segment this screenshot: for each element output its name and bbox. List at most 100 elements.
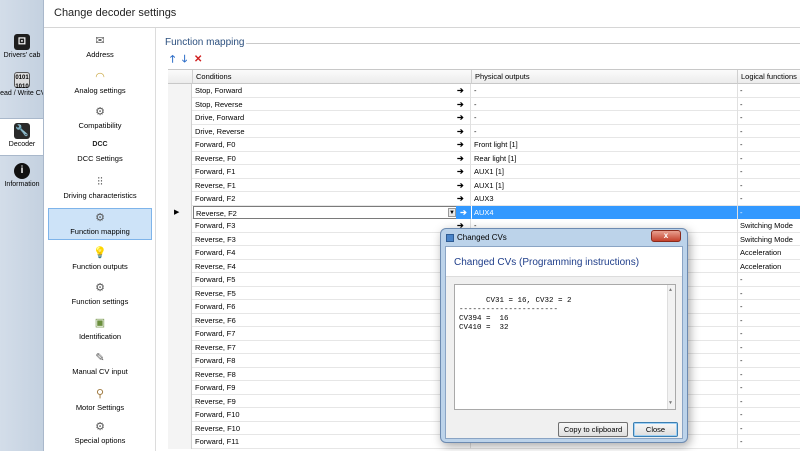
rail-item-drivers-cab[interactable]: ⊡ Drivers' cab	[0, 34, 43, 66]
row-selector[interactable]	[168, 394, 192, 408]
rail-item-read-write-cvs[interactable]: 01011010 Read / Write CVs	[0, 72, 43, 118]
scroll-down-icon[interactable]: ▼	[669, 399, 672, 408]
logical-functions-cell[interactable]: -	[738, 368, 800, 382]
row-selector[interactable]	[168, 259, 192, 273]
logical-functions-cell[interactable]: Switching Mode	[738, 233, 800, 247]
row-selector[interactable]	[168, 178, 192, 192]
logical-functions-cell[interactable]: -	[738, 98, 800, 112]
physical-outputs-cell[interactable]: Rear light [1]	[472, 151, 738, 165]
row-selector[interactable]	[168, 192, 192, 206]
logical-functions-cell[interactable]: -	[738, 165, 800, 179]
row-selector[interactable]	[168, 313, 192, 327]
category-function-outputs[interactable]: 💡 Function outputs	[48, 244, 152, 276]
physical-outputs-cell[interactable]: AUX4	[472, 205, 738, 219]
conditions-cell[interactable]: Forward, F0	[193, 138, 471, 152]
conditions-cell[interactable]: Reverse, F9	[193, 394, 471, 408]
conditions-cell[interactable]: Forward, F4	[193, 246, 471, 260]
row-selector[interactable]	[168, 273, 192, 287]
category-compatibility[interactable]: ⚙ Compatibility	[48, 103, 152, 135]
physical-outputs-cell[interactable]: AUX1 [1]	[472, 165, 738, 179]
logical-functions-cell[interactable]: -	[738, 408, 800, 422]
conditions-cell[interactable]: Reverse, F2	[193, 205, 471, 219]
conditions-cell[interactable]: Drive, Reverse	[193, 124, 471, 138]
logical-functions-cell[interactable]: -	[738, 179, 800, 193]
physical-outputs-cell[interactable]: -	[472, 111, 738, 125]
logical-functions-cell[interactable]: -	[738, 152, 800, 166]
logical-functions-cell[interactable]: Acceleration	[738, 260, 800, 274]
row-selector[interactable]	[168, 165, 192, 179]
conditions-cell[interactable]: Forward, F9	[193, 381, 471, 395]
conditions-cell[interactable]: Forward, F3	[193, 219, 471, 233]
row-selector[interactable]	[168, 97, 192, 111]
category-identification[interactable]: ▣ Identification	[48, 314, 152, 346]
table-row[interactable]: Forward, F2 ➔ AUX3-	[168, 192, 800, 206]
logical-functions-cell[interactable]: -	[738, 287, 800, 301]
conditions-cell[interactable]: Forward, F10	[193, 408, 471, 422]
row-selector[interactable]	[168, 408, 192, 422]
row-selector[interactable]	[168, 327, 192, 341]
row-selector[interactable]	[168, 111, 192, 125]
table-row[interactable]: Forward, F0 ➔ Front light [1] -	[168, 138, 800, 152]
table-row[interactable]: Drive, Forward ➔ - -	[168, 111, 800, 125]
conditions-cell[interactable]: Forward, F1	[193, 165, 471, 179]
column-header-physical-outputs[interactable]: Physical outputs	[472, 70, 738, 84]
row-selector[interactable]	[168, 124, 192, 138]
logical-functions-cell[interactable]: -	[738, 327, 800, 341]
category-analog-settings[interactable]: ◠ Analog settings	[48, 68, 152, 100]
row-selector[interactable]	[168, 232, 192, 246]
row-selector[interactable]	[168, 421, 192, 435]
category-manual-cv-input[interactable]: ✎ Manual CV input	[48, 349, 152, 381]
physical-outputs-cell[interactable]: Front light [1]	[472, 138, 738, 152]
logical-functions-cell[interactable]: -	[738, 138, 800, 152]
category-address[interactable]: ✉ Address	[48, 32, 152, 64]
close-button[interactable]: Close	[633, 422, 678, 437]
row-selector[interactable]	[168, 354, 192, 368]
logical-functions-cell[interactable]: -	[738, 435, 800, 449]
table-row[interactable]: Stop, Forward ➔ - -	[168, 84, 800, 98]
row-selector[interactable]: ▶	[168, 205, 192, 219]
logical-functions-cell[interactable]: -	[738, 395, 800, 409]
conditions-cell[interactable]: Reverse, F10	[193, 421, 471, 435]
logical-functions-cell[interactable]: Acceleration	[738, 246, 800, 260]
logical-functions-cell[interactable]: -	[738, 341, 800, 355]
logical-functions-cell[interactable]: -	[738, 354, 800, 368]
table-row[interactable]: Drive, Reverse ➔ - -	[168, 124, 800, 138]
logical-functions-cell[interactable]: -	[738, 300, 800, 314]
physical-outputs-cell[interactable]: -	[472, 124, 738, 138]
logical-functions-cell[interactable]: Switching Mode	[738, 219, 800, 233]
physical-outputs-cell[interactable]: AUX3	[472, 192, 738, 206]
conditions-cell[interactable]: Reverse, F1	[193, 178, 471, 192]
row-selector[interactable]	[168, 340, 192, 354]
physical-outputs-cell[interactable]: -	[472, 84, 738, 98]
category-driving-characteristics[interactable]: ⫶⫶ Driving characteristics	[48, 173, 152, 205]
category-function-mapping[interactable]: ⚙ Function mapping	[48, 208, 152, 240]
logical-functions-cell[interactable]: -	[738, 273, 800, 287]
conditions-cell[interactable]: Reverse, F7	[193, 340, 471, 354]
logical-functions-cell[interactable]: -	[738, 84, 800, 98]
vertical-scrollbar[interactable]: ▲ ▼	[667, 285, 675, 409]
conditions-cell[interactable]: Drive, Forward	[193, 111, 471, 125]
chevron-down-icon[interactable]: ▼	[448, 207, 456, 217]
conditions-cell[interactable]: Reverse, F6	[193, 313, 471, 327]
conditions-cell[interactable]: Reverse, F0	[193, 151, 471, 165]
row-selector[interactable]	[168, 286, 192, 300]
delete-icon[interactable]: ✕	[194, 55, 202, 65]
logical-functions-cell[interactable]: -	[738, 111, 800, 125]
conditions-cell[interactable]: Stop, Forward	[193, 84, 471, 98]
scroll-up-icon[interactable]: ▲	[669, 286, 672, 295]
column-header-conditions[interactable]: Conditions	[193, 70, 472, 84]
conditions-cell[interactable]: Stop, Reverse	[193, 97, 471, 111]
row-selector[interactable]	[168, 84, 192, 98]
conditions-cell[interactable]: Reverse, F5	[193, 286, 471, 300]
row-selector[interactable]	[168, 246, 192, 260]
category-motor-settings[interactable]: ⚲ Motor Settings	[48, 385, 152, 417]
table-row[interactable]: Reverse, F1 ➔ AUX1 [1] -	[168, 178, 800, 193]
close-icon[interactable]: x	[651, 230, 681, 242]
conditions-cell[interactable]: Forward, F6	[193, 300, 471, 314]
conditions-cell[interactable]: Reverse, F8	[193, 367, 471, 381]
category-function-settings[interactable]: ⚙ Function settings	[48, 279, 152, 311]
row-selector[interactable]	[168, 435, 192, 449]
row-selector[interactable]	[168, 219, 192, 233]
table-row[interactable]: Reverse, F0 ➔ Rear light [1] -	[168, 151, 800, 166]
conditions-cell[interactable]: Forward, F8	[193, 354, 471, 368]
